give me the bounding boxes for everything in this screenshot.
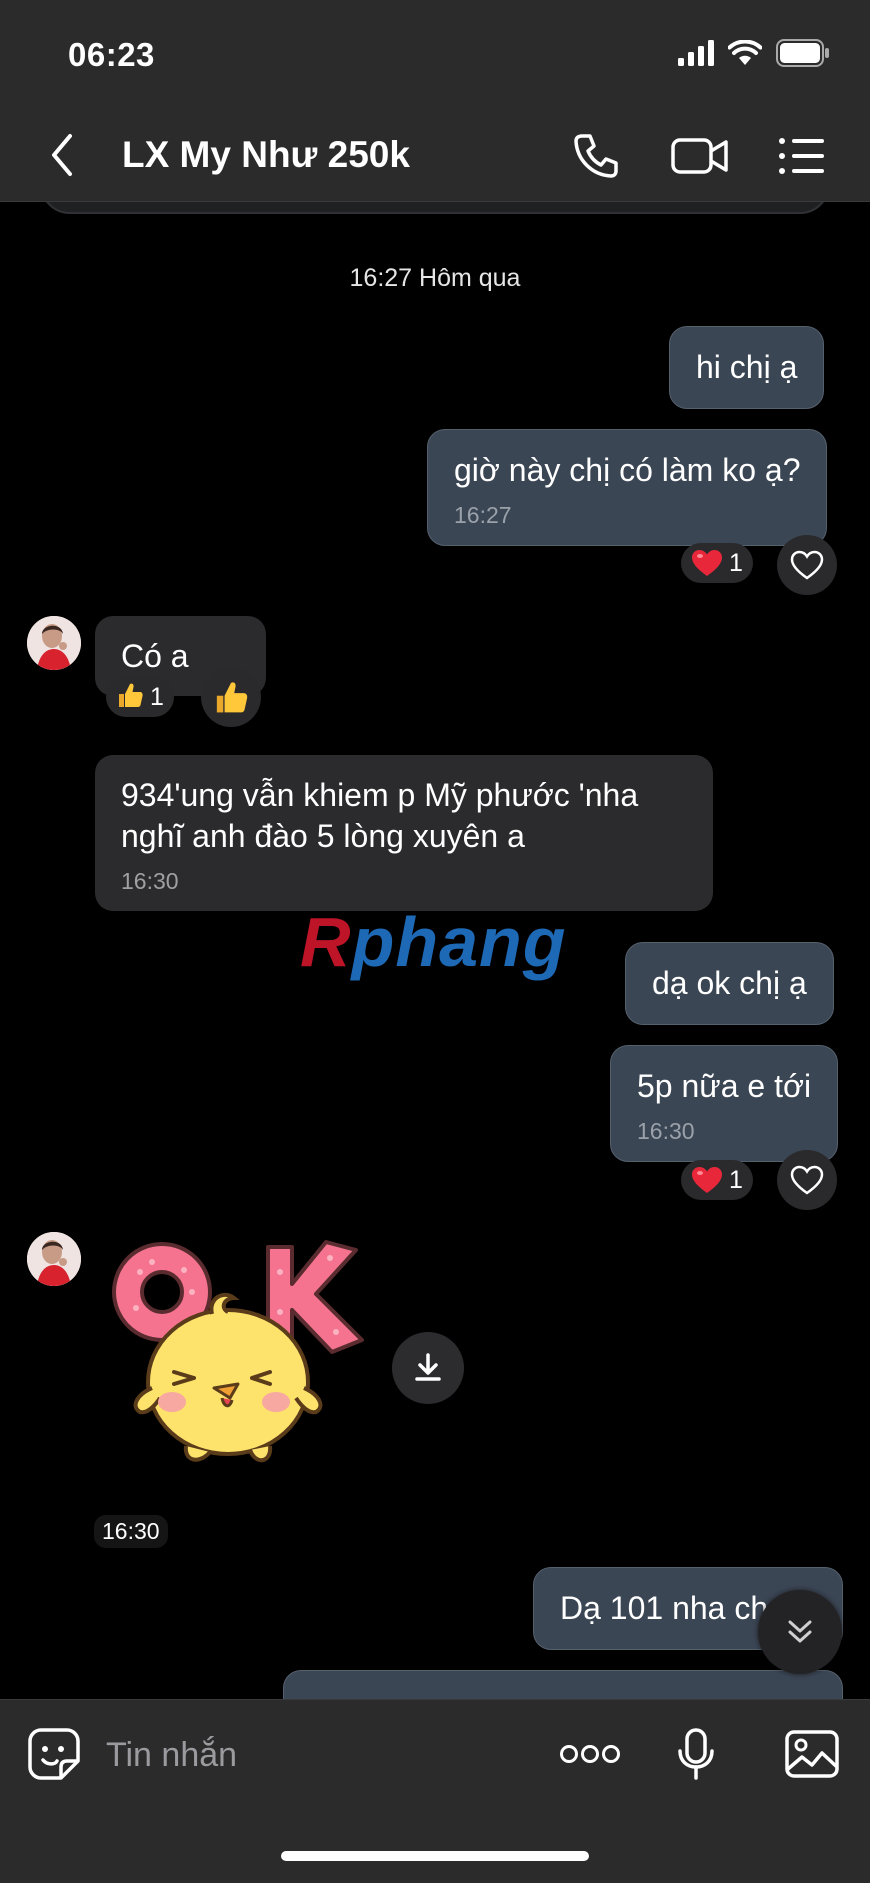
back-button[interactable] — [44, 130, 84, 180]
message-input[interactable]: Tin nhắn — [106, 1736, 237, 1775]
video-call-button[interactable] — [670, 128, 730, 184]
home-indicator[interactable] — [281, 1851, 589, 1861]
avatar-photo — [27, 616, 81, 670]
contact-avatar[interactable] — [27, 1232, 81, 1286]
download-icon — [415, 1353, 441, 1381]
avatar-photo — [27, 1232, 81, 1286]
heart-outline-icon — [790, 550, 824, 580]
image-gallery-icon — [785, 1730, 839, 1778]
react-thumbs-up-button[interactable] — [201, 667, 261, 727]
heart-outline-icon — [790, 1165, 824, 1195]
more-options-button[interactable] — [558, 1724, 622, 1784]
voice-call-button[interactable] — [568, 128, 624, 184]
message-text: hi chị ạ — [696, 349, 798, 385]
battery-icon — [776, 38, 830, 72]
message-text: dạ ok chị ạ — [652, 965, 807, 1001]
microphone-icon — [678, 1728, 714, 1780]
reaction-summary[interactable]: 1 — [106, 677, 174, 717]
message-time: 16:30 — [94, 1515, 168, 1548]
voice-record-button[interactable] — [666, 1724, 726, 1784]
message-text: 5p nữa e tới — [637, 1068, 812, 1104]
status-bar: 06:23 — [0, 0, 870, 110]
react-heart-button[interactable] — [777, 535, 837, 595]
watermark-logo: Rphang — [300, 903, 567, 981]
scroll-to-bottom-button[interactable] — [758, 1590, 842, 1674]
thumbs-up-emoji-icon — [216, 682, 248, 713]
status-time: 06:23 — [68, 36, 155, 73]
incoming-message[interactable]: 934'ung vẫn khiem p Mỹ phước 'nha nghĩ a… — [95, 755, 713, 911]
wifi-icon — [727, 39, 763, 71]
chat-area[interactable]: 16:27 Hôm qua hi chị ạ giờ này chị có là… — [0, 202, 870, 1699]
reaction-summary[interactable]: 1 — [681, 1160, 753, 1200]
reaction-count: 1 — [729, 1165, 743, 1194]
signal-icon — [678, 39, 714, 71]
heart-emoji-icon — [692, 1167, 722, 1193]
previous-message-bubble — [40, 202, 830, 214]
message-text: Có a — [121, 638, 189, 674]
reaction-count: 1 — [729, 548, 743, 577]
chat-title[interactable]: LX My Như 250k — [122, 134, 410, 176]
heart-emoji-icon — [692, 550, 722, 576]
message-text: 934'ung vẫn khiem p Mỹ phước 'nha nghĩ a… — [121, 777, 639, 854]
reaction-count: 1 — [150, 682, 164, 711]
sticker-picker-button[interactable] — [24, 1724, 84, 1784]
message-time: 16:30 — [637, 1118, 695, 1144]
chat-options-button[interactable] — [774, 128, 830, 184]
outgoing-message[interactable]: giờ này chị có làm ko ạ? 16:27 — [427, 429, 828, 546]
thumbs-up-emoji-icon — [116, 681, 144, 714]
outgoing-message[interactable]: dạ ok chị ạ — [625, 942, 834, 1025]
back-chevron-icon — [52, 134, 72, 176]
outgoing-message[interactable] — [283, 1670, 843, 1699]
sticker-smile-icon — [28, 1728, 80, 1780]
contact-avatar[interactable] — [27, 616, 81, 670]
status-icons — [678, 38, 830, 72]
double-chevron-down-icon — [788, 1620, 812, 1643]
reaction-summary[interactable]: 1 — [681, 543, 753, 583]
message-time: 16:30 — [121, 868, 179, 894]
video-camera-icon — [671, 138, 728, 174]
outgoing-message[interactable]: hi chị ạ — [669, 326, 825, 409]
outgoing-message[interactable]: 5p nữa e tới 16:30 — [610, 1045, 839, 1162]
react-heart-button[interactable] — [777, 1150, 837, 1210]
phone-icon — [574, 134, 618, 178]
more-dots-icon — [560, 1745, 620, 1763]
message-text: giờ này chị có làm ko ạ? — [454, 452, 801, 488]
chat-header: LX My Như 250k — [0, 110, 870, 202]
download-sticker-button[interactable] — [392, 1332, 464, 1404]
message-time: 16:27 — [454, 502, 512, 528]
message-text: Dạ 101 nha ch — [560, 1590, 769, 1626]
photo-picker-button[interactable] — [782, 1724, 842, 1784]
ok-chick-sticker[interactable] — [100, 1232, 370, 1487]
list-menu-icon — [779, 138, 824, 174]
date-separator: 16:27 Hôm qua — [349, 264, 521, 292]
